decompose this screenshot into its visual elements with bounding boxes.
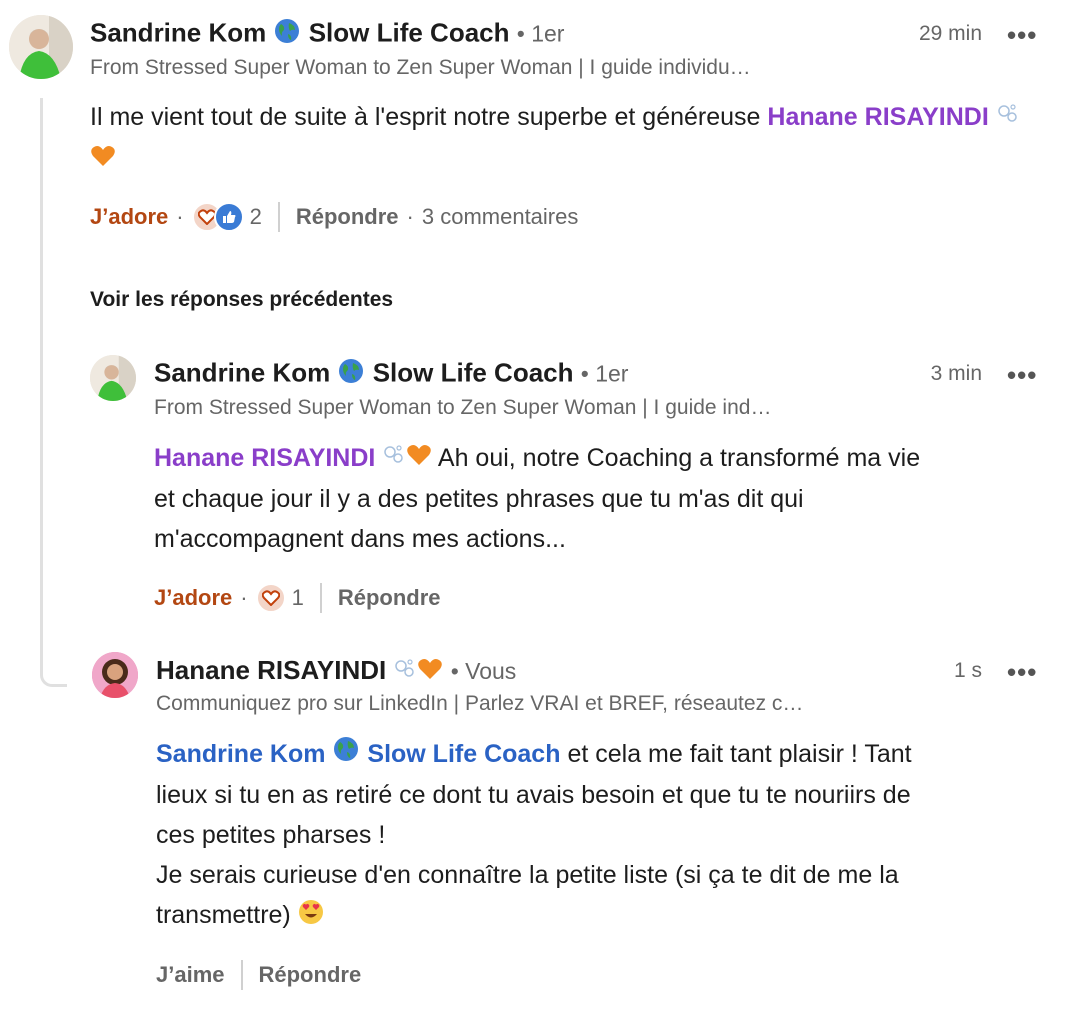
load-previous-replies-button[interactable]: Voir les réponses précédentes — [90, 288, 393, 312]
more-options-button[interactable]: ••• — [1007, 659, 1037, 685]
bubbles-icon — [382, 439, 406, 479]
comment-actions: J’aime Répondre — [156, 958, 361, 992]
like-reaction-icon — [213, 202, 244, 232]
love-reaction-button[interactable]: J’adore — [90, 204, 168, 230]
globe-icon — [332, 735, 360, 775]
connection-degree: 1er — [531, 20, 565, 47]
avatar[interactable] — [9, 15, 73, 79]
bubbles-icon — [996, 98, 1020, 138]
reply-button[interactable]: Répondre — [338, 585, 441, 611]
thread-connector — [40, 98, 67, 687]
mention-link[interactable]: Hanane RISAYINDI — [767, 103, 988, 131]
comment-time: 1 s — [953, 659, 982, 682]
author-headline: From Stressed Super Woman to Zen Super W… — [90, 56, 751, 79]
like-button[interactable]: J’aime — [156, 962, 225, 988]
author-badge: Vous — [465, 658, 517, 684]
orange-heart-icon — [90, 140, 116, 180]
reply-button[interactable]: Répondre — [259, 962, 362, 988]
globe-icon — [337, 357, 365, 392]
connection-degree: 1er — [595, 360, 629, 387]
avatar[interactable] — [92, 652, 138, 698]
comment-author-name[interactable]: Hanane RISAYINDI • Vous — [156, 655, 516, 688]
reaction-summary[interactable]: 2 — [191, 202, 262, 232]
orange-heart-icon — [417, 657, 443, 688]
comment-actions: J’adore · 1 Répondre — [154, 581, 441, 615]
author-headline: From Stressed Super Woman to Zen Super W… — [154, 396, 772, 419]
heart-reaction-icon — [255, 583, 286, 613]
reply-button[interactable]: Répondre — [296, 204, 399, 230]
bubbles-icon — [393, 657, 417, 688]
more-options-button[interactable]: ••• — [1007, 22, 1037, 48]
avatar[interactable] — [90, 355, 136, 401]
comment-author-name[interactable]: Sandrine Kom Slow Life Coach • 1er — [154, 357, 628, 392]
comment-time: 29 min — [918, 22, 982, 45]
orange-heart-icon — [406, 439, 432, 479]
comment-author-name[interactable]: Sandrine Kom Slow Life Coach • 1er — [90, 17, 564, 52]
globe-icon — [273, 17, 301, 52]
love-reaction-button[interactable]: J’adore — [154, 585, 232, 611]
mention-link[interactable]: Hanane RISAYINDI — [154, 444, 375, 472]
comment-text: Il me vient tout de suite à l'esprit not… — [90, 97, 1040, 180]
author-headline: Communiquez pro sur LinkedIn | Parlez VR… — [156, 692, 804, 715]
comment-text: Hanane RISAYINDI Ah oui, notre Coaching … — [154, 438, 1054, 559]
comment-text: Sandrine Kom Slow Life Coach et cela me … — [156, 734, 1066, 937]
comments-count-link[interactable]: 3 commentaires — [422, 204, 579, 230]
reaction-summary[interactable]: 1 — [255, 583, 304, 613]
heart-eyes-emoji-icon — [298, 897, 324, 937]
more-options-button[interactable]: ••• — [1007, 362, 1037, 388]
comment-actions: J’adore · 2 Répondre · 3 commentaires — [90, 200, 578, 234]
mention-link[interactable]: Sandrine Kom Slow Life Coach — [156, 737, 560, 768]
comment-time: 3 min — [930, 362, 982, 385]
